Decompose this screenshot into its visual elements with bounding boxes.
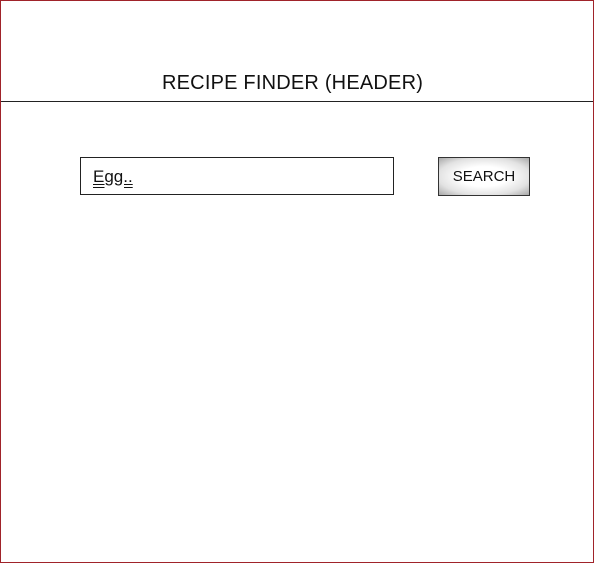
search-input-value: Egg.. <box>93 167 133 186</box>
search-input[interactable]: Egg.. <box>80 157 394 195</box>
header: RECIPE FINDER (HEADER) <box>1 1 593 102</box>
search-button[interactable]: SEARCH <box>438 157 530 196</box>
page-title: RECIPE FINDER (HEADER) <box>162 72 424 94</box>
app-frame: RECIPE FINDER (HEADER) Egg.. SEARCH <box>0 0 594 563</box>
search-button-label: SEARCH <box>452 168 516 185</box>
